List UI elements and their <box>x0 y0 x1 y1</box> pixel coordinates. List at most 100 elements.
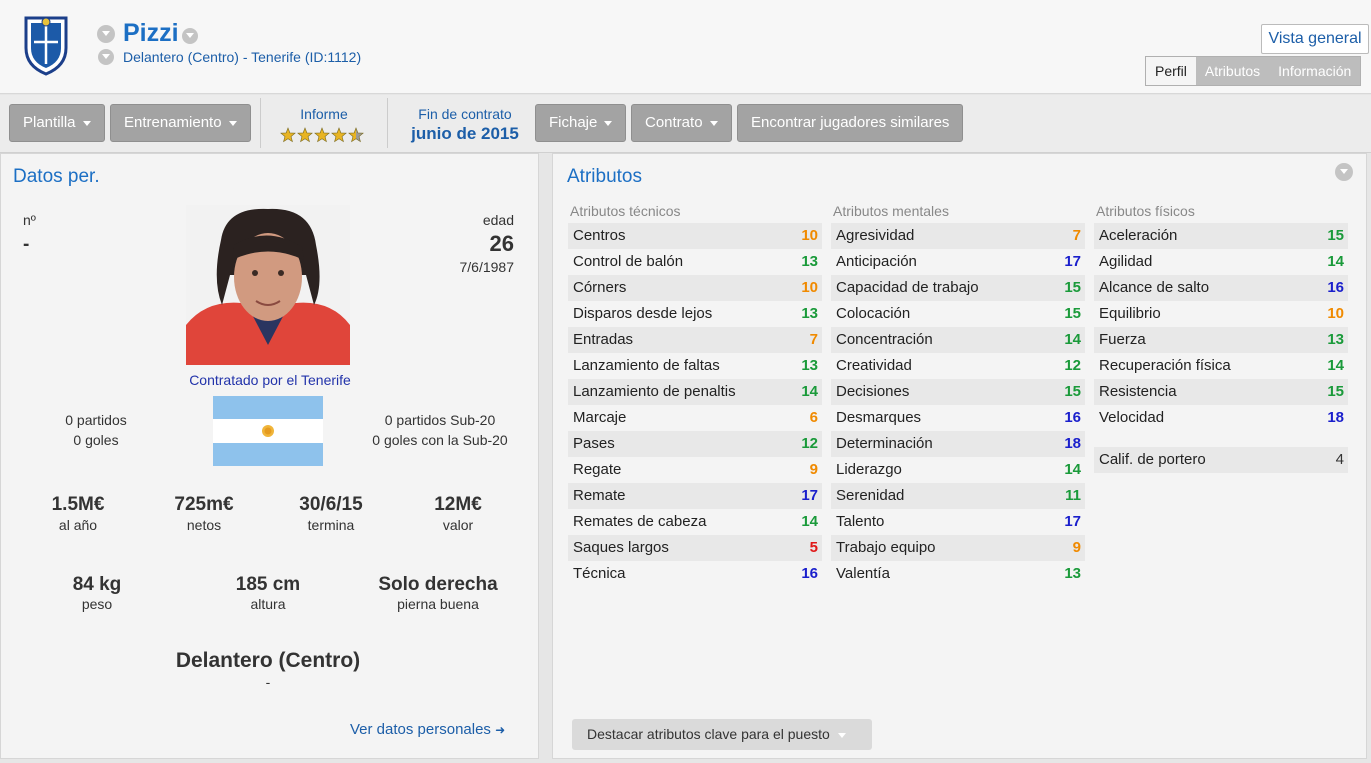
plantilla-button[interactable]: Plantilla <box>9 104 105 142</box>
attr-name: Creatividad <box>836 357 912 374</box>
position-value: Delantero (Centro) <box>175 649 361 672</box>
profile-tabs: Perfil Atributos Información <box>1145 56 1362 86</box>
attr-value: 15 <box>1064 279 1081 296</box>
attr-value: 9 <box>1072 539 1081 556</box>
attr-value: 13 <box>801 253 818 270</box>
attr-name: Remate <box>573 487 626 504</box>
attr-name: Capacidad de trabajo <box>836 279 979 296</box>
subtitle-menu-icon[interactable] <box>98 49 114 65</box>
physical-title: Atributos físicos <box>1096 203 1195 219</box>
goalkeeper-rating-row: Calif. de portero 4 <box>1094 447 1348 473</box>
overview-button[interactable]: Vista general <box>1261 24 1369 54</box>
attr-value: 18 <box>1327 409 1344 426</box>
u20-matches: 0 partidos Sub-20 <box>384 412 496 428</box>
attr-value: 14 <box>1064 331 1081 348</box>
attr-value: 17 <box>1064 253 1081 270</box>
attribute-row: Talento 17 <box>831 509 1085 535</box>
fichaje-label: Fichaje <box>549 114 598 131</box>
attribute-row: Marcaje 6 <box>568 405 822 431</box>
attr-value: 13 <box>1064 565 1081 582</box>
attribute-row: Capacidad de trabajo 15 <box>831 275 1085 301</box>
attr-value: 14 <box>801 513 818 530</box>
attr-name: Desmarques <box>836 409 922 426</box>
contrato-button[interactable]: Contrato <box>631 104 732 142</box>
attr-name: Saques largos <box>573 539 669 556</box>
attr-name: Determinación <box>836 435 933 452</box>
tab-atributos[interactable]: Atributos <box>1196 57 1269 85</box>
star-icon <box>331 127 347 143</box>
attr-name: Anticipación <box>836 253 917 270</box>
attr-value: 15 <box>1327 383 1344 400</box>
attr-name: Trabajo equipo <box>836 539 936 556</box>
age-value: 26 <box>489 231 514 256</box>
attribute-row: Trabajo equipo 9 <box>831 535 1085 561</box>
chevron-down-icon <box>709 120 718 126</box>
attributes-menu-icon[interactable] <box>1335 163 1353 181</box>
weight-value: 84 kg <box>72 574 122 595</box>
attr-name: Velocidad <box>1099 409 1165 426</box>
contract-ends-label: termina <box>307 517 355 533</box>
scout-rating-stars <box>280 127 364 143</box>
attr-name: Lanzamiento de faltas <box>573 357 720 374</box>
attr-name: Marcaje <box>573 409 627 426</box>
height-label: altura <box>250 596 286 612</box>
attr-value: 17 <box>1064 513 1081 530</box>
attr-name: Pases <box>573 435 615 452</box>
attr-value: 12 <box>1064 357 1081 374</box>
attr-name: Concentración <box>836 331 933 348</box>
similar-players-button[interactable]: Encontrar jugadores similares <box>737 104 964 142</box>
attr-name: Lanzamiento de penaltis <box>573 383 736 400</box>
attribute-row: Recuperación física 14 <box>1094 353 1348 379</box>
weight-label: peso <box>81 596 113 612</box>
fichaje-button[interactable]: Fichaje <box>535 104 627 142</box>
chevron-down-icon <box>228 120 237 126</box>
attribute-row: Agilidad 14 <box>1094 249 1348 275</box>
star-icon <box>297 127 313 143</box>
player-value-label: valor <box>442 517 474 533</box>
preferred-foot-label: pierna buena <box>397 596 479 612</box>
entrenamiento-button[interactable]: Entrenamiento <box>110 104 251 142</box>
arrow-right-icon: ➜ <box>495 723 506 737</box>
height-value: 185 cm <box>235 574 301 595</box>
attribute-row: Resistencia 15 <box>1094 379 1348 405</box>
number-value: - <box>23 234 30 255</box>
tab-perfil[interactable]: Perfil <box>1146 57 1196 85</box>
attr-value: 10 <box>801 227 818 244</box>
tab-informacion[interactable]: Información <box>1269 57 1360 85</box>
entrenamiento-label: Entrenamiento <box>124 114 222 131</box>
attribute-row: Técnica 16 <box>568 561 822 587</box>
name-menu-icon[interactable] <box>97 25 115 43</box>
contracted-by-link[interactable]: Contratado por el Tenerife <box>150 372 390 388</box>
birth-date: 7/6/1987 <box>459 259 515 275</box>
highlight-key-attributes-button[interactable]: Destacar atributos clave para el puesto <box>572 719 872 750</box>
net-label: netos <box>186 517 222 533</box>
player-value: 12M€ <box>434 494 482 515</box>
attribute-row: Disparos desde lejos 13 <box>568 301 822 327</box>
attributes-title: Atributos <box>567 166 642 187</box>
divider <box>260 98 261 148</box>
attribute-row: Pases 12 <box>568 431 822 457</box>
attribute-row: Desmarques 16 <box>831 405 1085 431</box>
chevron-down-icon <box>837 732 846 738</box>
net-value: 725m€ <box>174 494 234 515</box>
attr-value: 14 <box>1064 461 1081 478</box>
attribute-row: Velocidad 18 <box>1094 405 1348 431</box>
player-subtitle[interactable]: Delantero (Centro) - Tenerife (ID:1112) <box>123 49 361 65</box>
attribute-row: Serenidad 11 <box>831 483 1085 509</box>
informe-label[interactable]: Informe <box>270 106 378 122</box>
attribute-row: Colocación 15 <box>831 301 1085 327</box>
personal-details-link[interactable]: Ver datos personales ➜ <box>350 721 505 738</box>
attr-value: 4 <box>1335 451 1344 468</box>
mental-title: Atributos mentales <box>833 203 949 219</box>
star-icon <box>348 127 364 143</box>
name-dropdown-icon[interactable] <box>182 28 198 44</box>
attribute-row: Decisiones 15 <box>831 379 1085 405</box>
attribute-row: Entradas 7 <box>568 327 822 353</box>
goals: 0 goles <box>73 432 119 448</box>
attribute-row: Valentía 13 <box>831 561 1085 587</box>
attr-value: 15 <box>1064 305 1081 322</box>
player-photo <box>186 205 350 365</box>
attribute-row: Remate 17 <box>568 483 822 509</box>
attr-value: 13 <box>801 357 818 374</box>
attr-value: 10 <box>801 279 818 296</box>
